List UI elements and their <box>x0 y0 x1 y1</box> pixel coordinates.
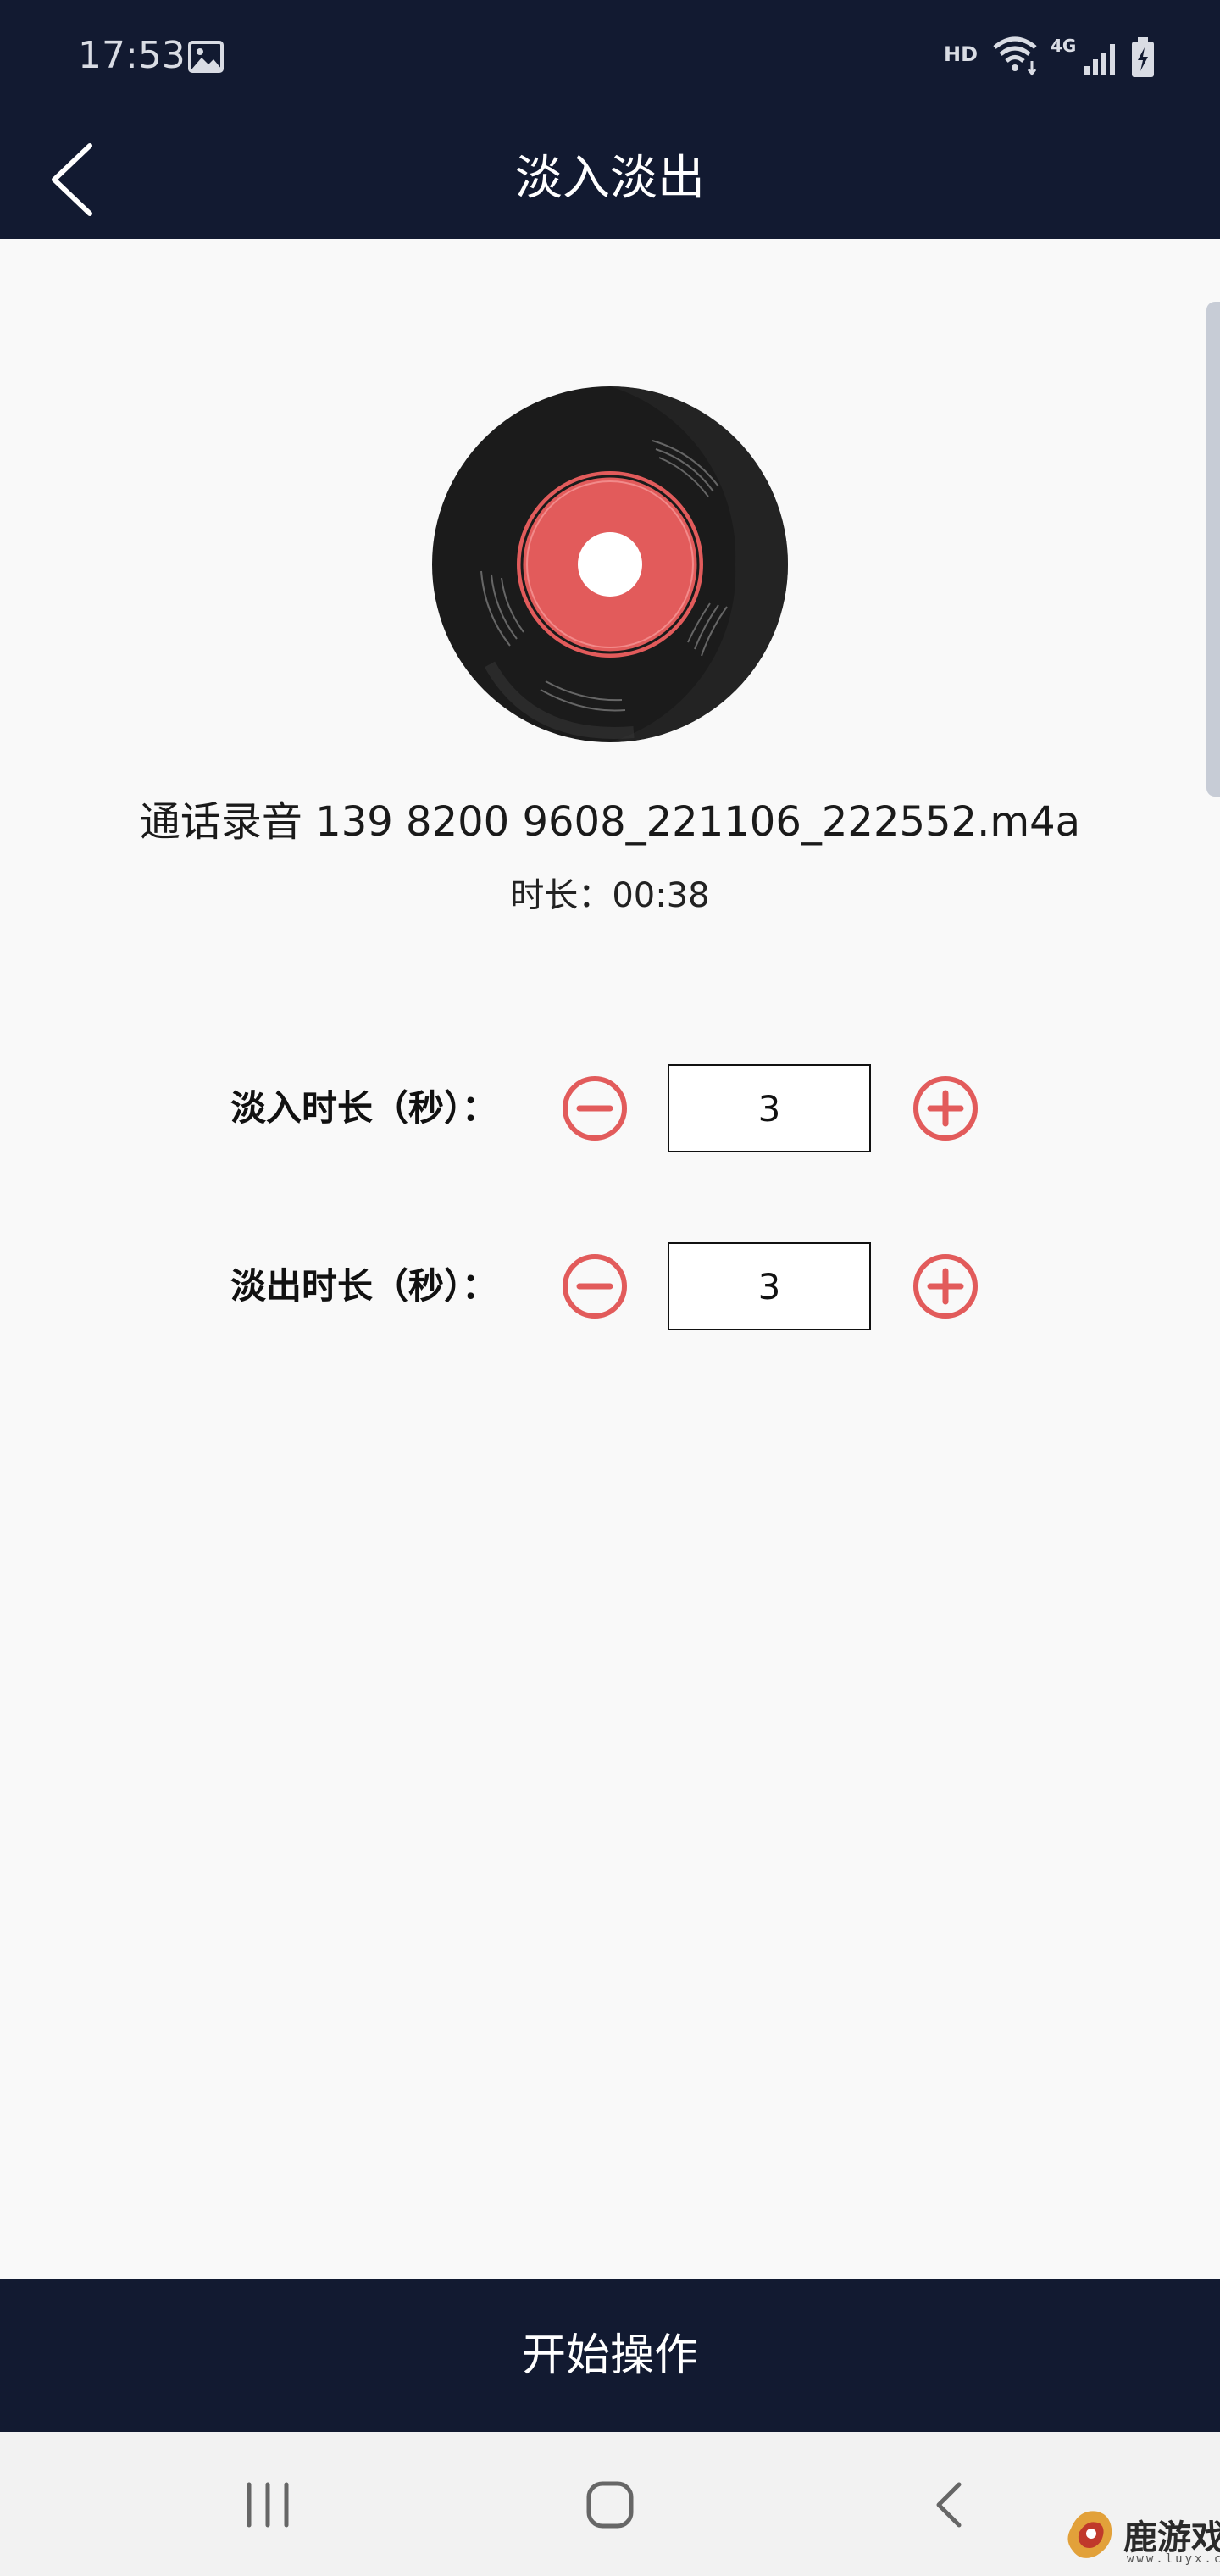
battery-charging-icon <box>1132 37 1154 77</box>
fade-out-row: 淡出时长（秒）： <box>0 1242 1220 1330</box>
fade-out-label: 淡出时长（秒）： <box>230 1265 498 1307</box>
gallery-icon <box>188 41 224 73</box>
scroll-indicator[interactable] <box>1206 302 1220 797</box>
fade-out-minus-button[interactable] <box>561 1252 629 1320</box>
back-icon[interactable] <box>932 2479 966 2530</box>
system-nav-bar <box>0 2432 1220 2576</box>
signal-icon <box>1084 44 1115 75</box>
fade-in-plus-button[interactable] <box>912 1074 979 1142</box>
fade-in-row: 淡入时长（秒）： <box>0 1064 1220 1152</box>
deer-logo-icon <box>1068 2511 1112 2558</box>
network-label: 4G <box>1051 36 1077 56</box>
fade-in-input[interactable] <box>668 1064 871 1152</box>
fade-in-label: 淡入时长（秒）： <box>230 1087 498 1129</box>
start-button[interactable]: 开始操作 <box>0 2279 1220 2432</box>
watermark-url: www.luyx.cn <box>1127 2552 1220 2566</box>
home-icon[interactable] <box>585 2479 635 2530</box>
file-duration: 时长：00:38 <box>510 876 710 915</box>
watermark-logo: 鹿游戏 www.luyx.cn <box>1062 2500 1220 2576</box>
file-name: 通话录音 139 8200 9608_221106_222552.m4a <box>139 798 1081 846</box>
fade-out-plus-button[interactable] <box>912 1252 979 1320</box>
wifi-icon <box>993 36 1037 76</box>
chevron-left-icon <box>52 143 92 216</box>
recent-apps-icon[interactable] <box>242 2481 293 2529</box>
title-bar: 淡入淡出 <box>0 119 1220 239</box>
status-time: 17:53 <box>78 34 186 77</box>
back-button[interactable] <box>37 130 114 224</box>
fade-in-minus-button[interactable] <box>561 1074 629 1142</box>
fade-out-input[interactable] <box>668 1242 871 1330</box>
status-bar: 17:53 HD 4G <box>0 0 1220 119</box>
vinyl-record-icon <box>432 386 788 742</box>
hd-label: HD <box>944 42 979 66</box>
page-title: 淡入淡出 <box>515 151 705 206</box>
